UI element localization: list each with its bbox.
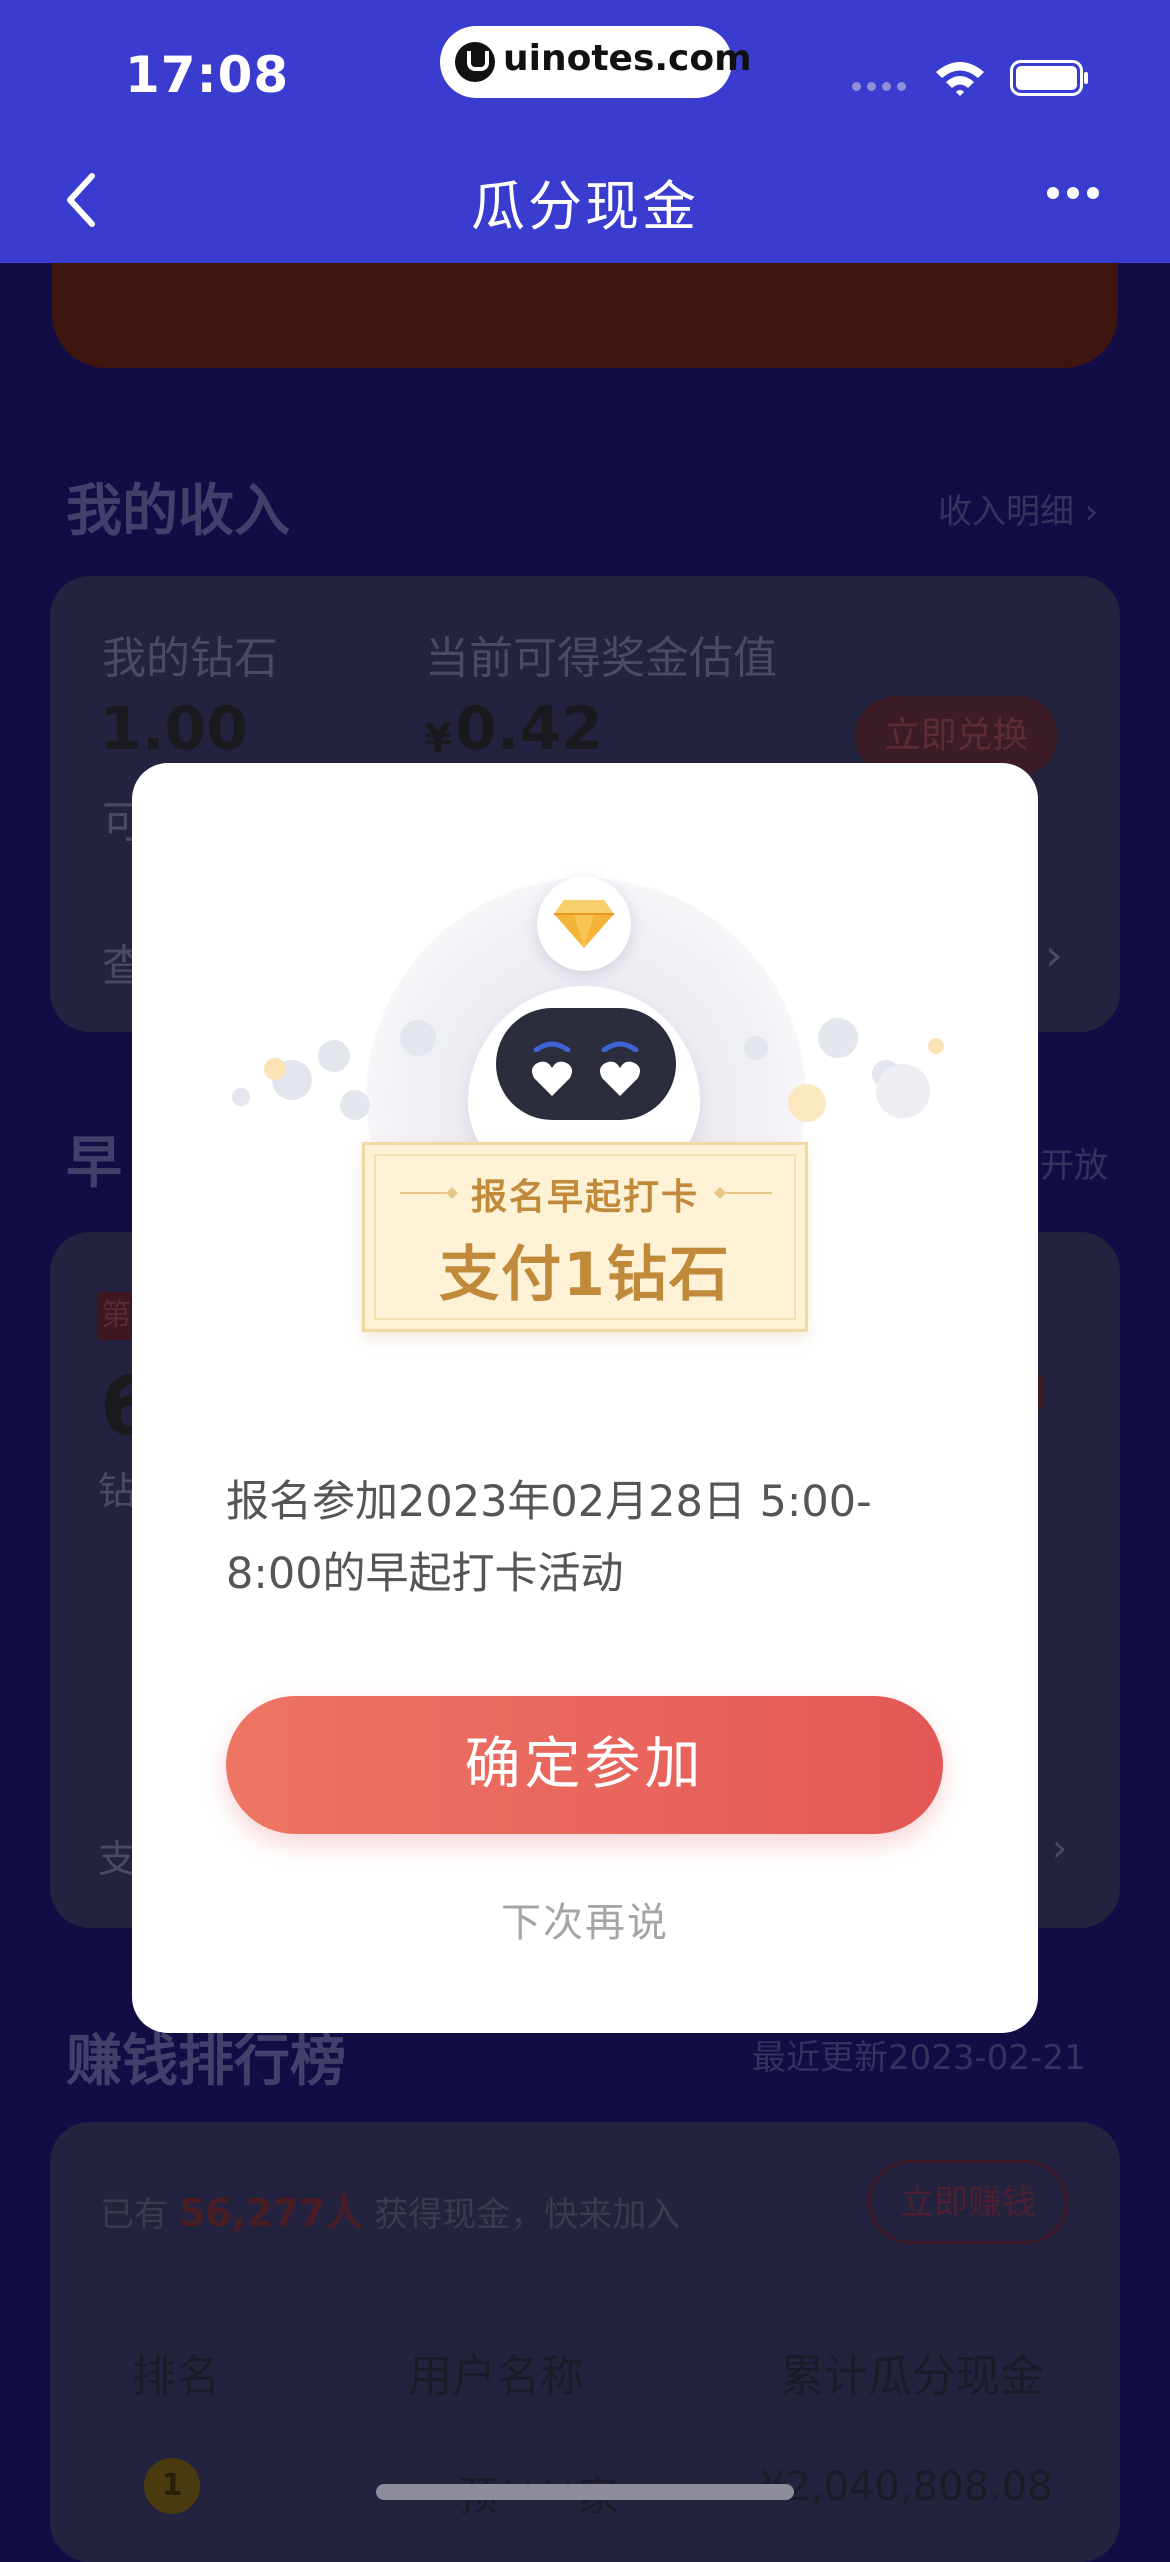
status-time: 17:08 [125, 46, 290, 104]
dialog-description: 报名参加2023年02月28日 5:00-8:00的早起打卡活动 [226, 1477, 872, 1599]
diamond-icon [554, 900, 614, 948]
early-section-title: 早 [66, 1131, 122, 1196]
url-text: uinotes.com [503, 38, 752, 79]
site-logo-icon [455, 42, 495, 82]
home-indicator[interactable] [376, 2484, 794, 2500]
chevron-right-icon: › [1052, 1826, 1068, 1870]
heart-eye-icon [600, 1061, 640, 1096]
bubble [264, 1058, 286, 1080]
confirm-join-button[interactable]: 确定参加 [226, 1696, 943, 1834]
income-section-title: 我的收入 [66, 479, 290, 544]
diamond-value: 1.00 [100, 694, 249, 764]
early-bottom-label: 支 [98, 1837, 137, 1881]
robot-face [496, 1008, 676, 1120]
row1-amount: ¥2,040,808.08 [760, 2464, 1053, 2510]
diamond-label: 我的钻石 [102, 633, 278, 684]
bubble [928, 1038, 944, 1054]
ranking-count-line: 已有 56,277人 获得现金，快来加入 [100, 2182, 680, 2237]
plaque-subtitle: 报名早起打卡 [470, 1177, 699, 1218]
col-amount: 累计瓜分现金 [780, 2351, 1044, 2402]
heart-eye-icon [532, 1061, 572, 1096]
rank-medal-icon: 1 [144, 2458, 200, 2514]
count-suffix: 获得现金，快来加入 [374, 2195, 681, 2235]
robot-eyebrow-icon [601, 1041, 639, 1052]
bubble [340, 1090, 370, 1120]
estimate-currency: ¥ [424, 716, 452, 762]
page-title: 瓜分现金 [471, 175, 699, 238]
early-unit: 钻 [98, 1469, 137, 1513]
col-user: 用户名称 [408, 2351, 584, 2402]
battery-icon [1010, 60, 1088, 96]
bubble [788, 1084, 826, 1122]
bubble [400, 1020, 436, 1056]
banner-card [52, 263, 1118, 368]
bubble [876, 1064, 930, 1118]
early-badge: 第 [97, 1292, 135, 1340]
robot-eyebrow-icon [533, 1041, 571, 1052]
wifi-icon [936, 62, 984, 96]
estimate-value: 0.42 [455, 694, 604, 764]
bubble [818, 1018, 858, 1058]
cellular-signal-icon [852, 82, 906, 91]
more-options-icon[interactable] [1046, 186, 1100, 200]
maybe-later-link[interactable]: 下次再说 [132, 1890, 1038, 1948]
earn-now-button[interactable]: 立即赚钱 [868, 2160, 1068, 2244]
ranking-updated: 最近更新2023-02-21 [752, 2038, 1086, 2078]
income-detail-link[interactable]: 收入明细 › [938, 484, 1098, 533]
bubble [744, 1036, 768, 1060]
bubble [318, 1040, 350, 1072]
plaque-title: 支付1钻石 [439, 1240, 731, 1310]
early-open-label: 开放 [1040, 1146, 1108, 1186]
bubble [232, 1088, 250, 1106]
count-value: 56,277人 [178, 2191, 364, 2235]
estimate-label: 当前可得奖金估值 [425, 633, 777, 684]
col-rank: 排名 [132, 2351, 220, 2402]
count-prefix: 已有 [100, 2195, 168, 2235]
chevron-right-icon: › [1045, 930, 1063, 981]
